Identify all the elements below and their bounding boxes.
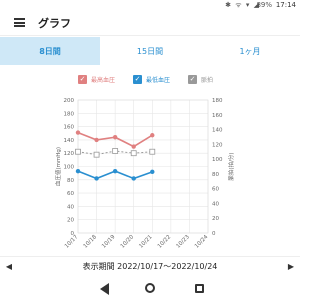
data-point [149,148,156,155]
data-point [75,130,81,135]
data-point [131,176,136,181]
next-period-arrow-icon[interactable]: ▶ [282,262,300,271]
period-footer: ◀ 表示期間 2022/10/17〜2022/10/24 ▶ [0,256,300,275]
data-point [112,148,119,154]
y-axis-label: 血圧値(mmHg) [54,147,62,186]
y-right-tick-label: 40 [212,201,219,207]
data-point [130,150,137,157]
y-right-tick-label: 140 [212,128,223,134]
y-tick-label: 140 [64,138,75,144]
y-right-tick-label: 180 [212,98,223,104]
android-nav-bar [0,278,300,300]
y-right-tick-label: 80 [212,172,219,178]
period-tabs: 8日間 15日間 1ヶ月 [0,37,300,65]
y-tick-label: 120 [64,151,75,157]
y-tick-label: 200 [64,98,75,104]
legend-diastolic[interactable]: ✓ 最低血圧 [133,75,170,84]
y-tick-label: 80 [67,178,74,184]
status-icons: ✱ ᯤ ▾ ◢ [225,1,260,9]
x-tick-label: 10/23 [175,234,191,250]
legend-pulse[interactable]: ✓ 脈拍 [188,75,213,84]
legend-label: 最低血圧 [146,77,171,84]
data-point [94,137,99,143]
checkbox-checked-icon[interactable]: ✓ [133,75,142,84]
checkbox-checked-icon[interactable]: ✓ [188,75,197,84]
y-right-tick-label: 20 [212,216,219,222]
y-right-tick-label: 60 [212,187,219,193]
y-right-tick-label: 120 [212,142,223,148]
app-bar: グラフ [0,11,300,36]
x-tick-label: 10/19 [101,234,117,250]
display-period-text: 表示期間 2022/10/17〜2022/10/24 [82,261,218,271]
data-point [112,168,118,174]
home-icon[interactable] [145,283,155,293]
y-tick-label: 40 [67,204,74,210]
tab-8-days[interactable]: 8日間 [0,37,100,65]
back-icon[interactable] [100,283,109,295]
legend-systolic[interactable]: ✓ 最高血圧 [78,75,115,84]
data-point [93,151,100,158]
x-tick-label: 10/21 [138,234,153,249]
data-point [94,176,99,181]
x-tick-label: 10/20 [120,234,136,250]
y-right-tick-label: 0 [212,231,216,237]
y-tick-label: 20 [67,218,74,224]
y-right-axis-label: 脈拍(拍/分) [227,152,235,180]
status-bar: ✱ ᯤ ▾ ◢ 89% 17:14 [0,0,300,11]
page-title: グラフ [38,17,71,30]
y-tick-label: 60 [67,191,74,197]
data-point [150,133,155,138]
tab-1-month[interactable]: 1ヶ月 [200,37,300,65]
legend-label: 最高血圧 [91,77,116,84]
y-tick-label: 180 [64,111,75,117]
battery-level: 89% [256,1,272,9]
status-time: 17:14 [275,1,296,9]
x-tick-label: 10/24 [194,234,210,250]
data-point [75,148,81,155]
data-point [75,168,81,174]
y-tick-label: 100 [64,165,75,171]
data-point [112,135,118,140]
tab-15-days[interactable]: 15日間 [100,37,200,65]
hamburger-menu-icon[interactable] [14,18,25,27]
x-tick-label: 10/17 [64,234,80,250]
checkbox-checked-icon[interactable]: ✓ [78,75,87,84]
legend-label: 脈拍 [201,77,214,84]
chart-legend: ✓ 最高血圧 ✓ 最低血圧 ✓ 脈拍 [0,75,300,87]
data-point [131,144,136,149]
previous-period-arrow-icon[interactable]: ◀ [0,262,18,271]
x-tick-label: 10/22 [157,234,172,249]
data-point [150,169,155,175]
recent-apps-icon[interactable] [195,284,204,293]
y-right-tick-label: 100 [212,157,223,163]
x-tick-label: 10/18 [83,234,99,250]
blood-pressure-chart: 0204060801001201401601802000204060801001… [54,98,235,250]
y-tick-label: 160 [64,125,75,131]
y-right-tick-label: 160 [212,113,223,119]
